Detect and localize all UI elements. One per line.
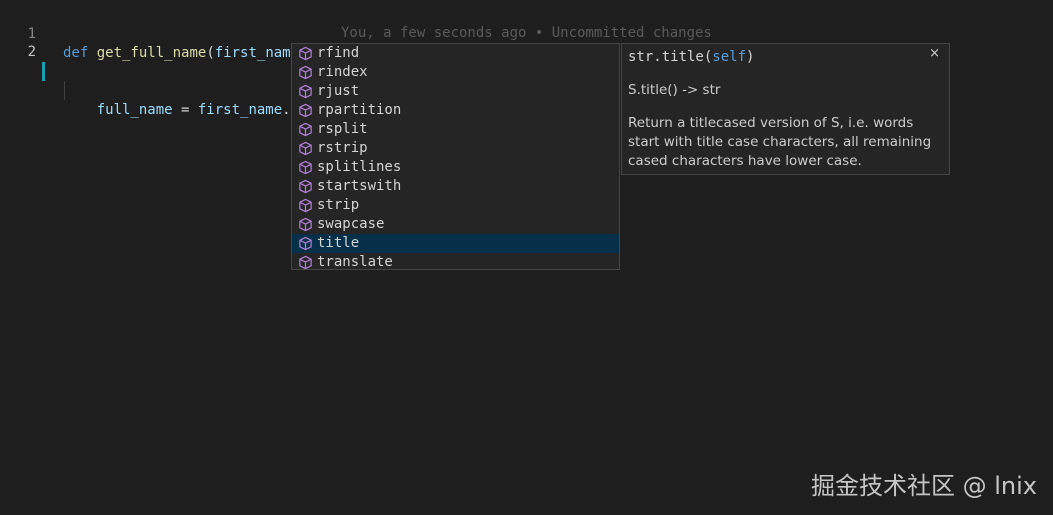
assign-op: = — [172, 102, 198, 118]
git-modified-marker — [42, 62, 45, 81]
suggestion-item[interactable]: title — [292, 234, 619, 253]
cube-method-icon — [299, 217, 312, 232]
cube-method-icon — [299, 65, 312, 80]
suggestion-item[interactable]: rsplit — [292, 120, 619, 139]
cube-method-icon — [299, 103, 312, 118]
suggestion-label: swapcase — [317, 216, 385, 232]
suggestion-label: startswith — [317, 178, 402, 194]
suggestion-item[interactable]: rfind — [292, 44, 619, 63]
suggestion-label: translate — [317, 254, 393, 270]
suggestion-item[interactable]: startswith — [292, 177, 619, 196]
suggestion-label: rstrip — [317, 140, 368, 156]
suggestion-item[interactable]: swapcase — [292, 215, 619, 234]
function-name: get_full_name — [96, 45, 207, 61]
suggestion-label: rsplit — [317, 121, 368, 137]
doc-return-signature: S.title() -> str — [628, 82, 721, 98]
cube-method-icon — [299, 236, 312, 251]
var-full-name: full_name — [96, 102, 173, 118]
line-number-2: 2 — [27, 44, 36, 60]
suggestion-item[interactable]: rstrip — [292, 139, 619, 158]
cube-method-icon — [299, 46, 312, 61]
doc-signature-self: self — [712, 49, 747, 65]
doc-signature: str.title(self) — [628, 48, 754, 67]
doc-signature-suffix: ) — [746, 49, 755, 65]
doc-signature-prefix: str.title( — [628, 49, 713, 65]
param-first-name: first_name — [214, 45, 300, 61]
suggestion-label: rpartition — [317, 102, 402, 118]
obj-first-name: first_name — [197, 102, 283, 118]
open-paren: ( — [206, 45, 215, 61]
code-line-2[interactable]: 2 full_name = first_name. You, a few sec… — [0, 24, 1053, 118]
suggestion-item[interactable]: splitlines — [292, 158, 619, 177]
cube-method-icon — [299, 255, 312, 269]
suggestion-item[interactable]: rindex — [292, 63, 619, 82]
suggestion-item[interactable]: rjust — [292, 82, 619, 101]
suggestion-details: str.title(self) × S.title() -> str Retur… — [621, 43, 950, 175]
code-line-1[interactable]: 1 def get_full_name(first_name: str, las… — [0, 6, 1053, 61]
code-line-2-text: full_name = first_name. — [63, 100, 293, 120]
cube-method-icon — [299, 122, 312, 137]
cube-method-icon — [299, 84, 312, 99]
cube-method-icon — [299, 141, 312, 156]
cube-method-icon — [299, 179, 312, 194]
git-blame-annotation: You, a few seconds ago • Uncommitted cha… — [341, 25, 712, 41]
close-icon[interactable]: × — [929, 46, 940, 61]
keyword-def: def — [63, 45, 89, 61]
suggestion-list[interactable]: rfind rindex rjust rpartition rsplit rstrip sp… — [291, 43, 620, 270]
suggestion-item[interactable]: translate — [292, 253, 619, 270]
watermark: 掘金技术社区 @ lnix — [810, 472, 1037, 500]
suggestion-label: strip — [317, 197, 360, 213]
suggestion-item[interactable]: rpartition — [292, 101, 619, 120]
suggestion-label: title — [317, 235, 360, 251]
suggestion-label: splitlines — [317, 159, 402, 175]
cube-method-icon — [299, 160, 312, 175]
suggestion-label: rjust — [317, 83, 360, 99]
cube-method-icon — [299, 198, 312, 213]
doc-description: Return a titlecased version of S, i.e. w… — [628, 115, 932, 169]
suggestion-item[interactable]: strip — [292, 196, 619, 215]
suggestion-label: rfind — [317, 45, 360, 61]
suggestion-label: rindex — [317, 64, 368, 80]
code-editor[interactable]: 1 def get_full_name(first_name: str, las… — [0, 0, 1053, 515]
indent-guide — [64, 81, 65, 100]
dot: . — [282, 102, 291, 118]
